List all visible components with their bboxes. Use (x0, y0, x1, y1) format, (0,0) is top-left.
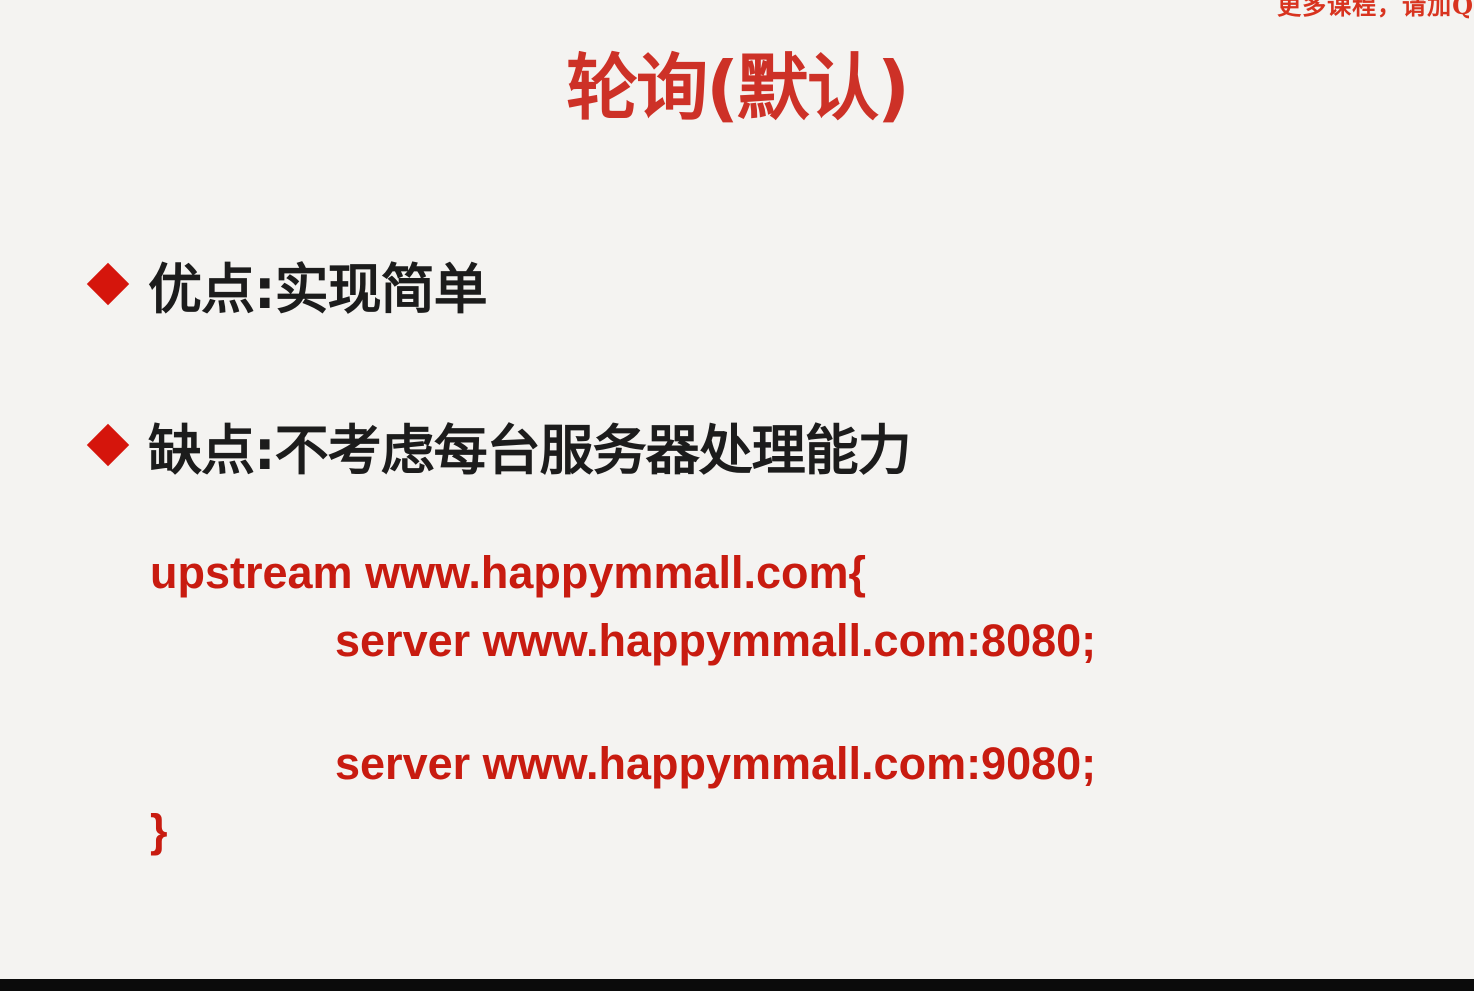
slide-title: 轮询(默认) (566, 46, 910, 130)
bottom-bar (0, 979, 1474, 991)
diamond-bullet-icon (86, 262, 130, 306)
bullet-text: 缺点:不考虑每台服务器处理能力 (148, 418, 912, 482)
code-line-closing-brace: } (150, 805, 168, 856)
code-line-server-9080: server www.happymmall.com:9080; (335, 738, 1097, 789)
bullet-item-pros: 优点:实现简单 (86, 249, 488, 321)
code-line-server-8080: server www.happymmall.com:8080; (335, 615, 1097, 666)
watermark-text: 更多课程，请加Q (1277, 0, 1474, 20)
diamond-bullet-icon (86, 423, 130, 467)
bullet-text: 优点:实现简单 (148, 257, 488, 321)
bullet-item-cons: 缺点:不考虑每台服务器处理能力 (86, 410, 912, 482)
code-line-upstream: upstream www.happymmall.com{ (150, 547, 867, 598)
